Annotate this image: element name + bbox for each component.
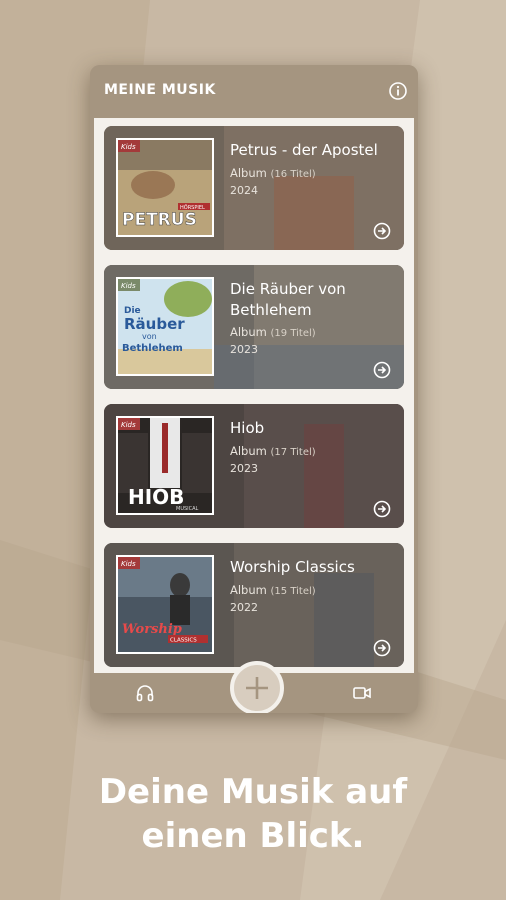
svg-text:PETRUS: PETRUS: [122, 210, 197, 230]
headphones-icon[interactable]: [135, 683, 155, 703]
tagline-line-1: Deine Musik auf: [98, 772, 408, 812]
phone-frame: MEINE MUSIK Kids HÖRSPIEL PETRUS Petrus …: [90, 65, 418, 713]
album-meta: Album (15 Titel): [230, 583, 316, 597]
svg-text:Kids: Kids: [121, 560, 136, 568]
album-card-petrus[interactable]: Kids HÖRSPIEL PETRUS Petrus - der Aposte…: [104, 126, 404, 250]
add-button[interactable]: [230, 661, 284, 713]
svg-text:von: von: [142, 332, 157, 341]
tagline-line-2: einen Blick.: [141, 816, 365, 856]
album-year: 2023: [230, 343, 258, 356]
album-cover: Kids Worship CLASSICS: [116, 555, 214, 654]
arrow-right-circle-icon[interactable]: [373, 222, 391, 240]
arrow-right-circle-icon[interactable]: [373, 639, 391, 657]
cover-art: Kids Worship CLASSICS: [118, 557, 212, 652]
album-meta: Album (17 Titel): [230, 444, 316, 458]
album-title: Worship Classics: [230, 558, 355, 576]
tagline: Deine Musik auf einen Blick.: [0, 770, 506, 858]
arrow-right-circle-icon[interactable]: [373, 361, 391, 379]
album-title: Die Räuber von Bethlehem: [230, 280, 346, 319]
page-title: MEINE MUSIK: [104, 82, 216, 98]
svg-text:CLASSICS: CLASSICS: [170, 638, 197, 644]
album-cover: Kids Die Räuber von Bethlehem: [116, 277, 214, 376]
album-year: 2022: [230, 601, 258, 614]
album-cover: Kids HÖRSPIEL PETRUS: [116, 138, 214, 237]
album-year: 2024: [230, 184, 258, 197]
cover-art: Kids Die Räuber von Bethlehem: [118, 279, 212, 374]
svg-text:Kids: Kids: [121, 282, 136, 290]
album-card-hiob[interactable]: Kids HIOB MUSICAL Hiob Album (17 Titel) …: [104, 404, 404, 528]
arrow-right-circle-icon[interactable]: [373, 500, 391, 518]
app-header: MEINE MUSIK: [90, 65, 418, 118]
plus-icon: [246, 677, 268, 699]
album-year: 2023: [230, 462, 258, 475]
svg-text:Kids: Kids: [121, 143, 136, 151]
svg-text:Kids: Kids: [121, 421, 136, 429]
album-card-raeuber[interactable]: Kids Die Räuber von Bethlehem Die Räuber…: [104, 265, 404, 389]
album-cover: Kids HIOB MUSICAL: [116, 416, 214, 515]
cover-art: Kids HIOB MUSICAL: [118, 418, 212, 513]
cover-art: Kids HÖRSPIEL PETRUS: [118, 140, 212, 235]
svg-text:MUSICAL: MUSICAL: [176, 506, 199, 512]
album-meta: Album (19 Titel): [230, 325, 316, 339]
album-card-worship[interactable]: Kids Worship CLASSICS Worship Classics A…: [104, 543, 404, 667]
album-list: Kids HÖRSPIEL PETRUS Petrus - der Aposte…: [94, 118, 414, 673]
info-icon[interactable]: [388, 81, 408, 101]
svg-text:Bethlehem: Bethlehem: [122, 343, 183, 354]
album-title: Hiob: [230, 419, 265, 437]
svg-text:Worship: Worship: [122, 622, 182, 637]
svg-text:Räuber: Räuber: [124, 315, 185, 333]
album-meta: Album (16 Titel): [230, 166, 316, 180]
video-icon[interactable]: [352, 683, 372, 703]
album-title: Petrus - der Apostel: [230, 141, 378, 159]
